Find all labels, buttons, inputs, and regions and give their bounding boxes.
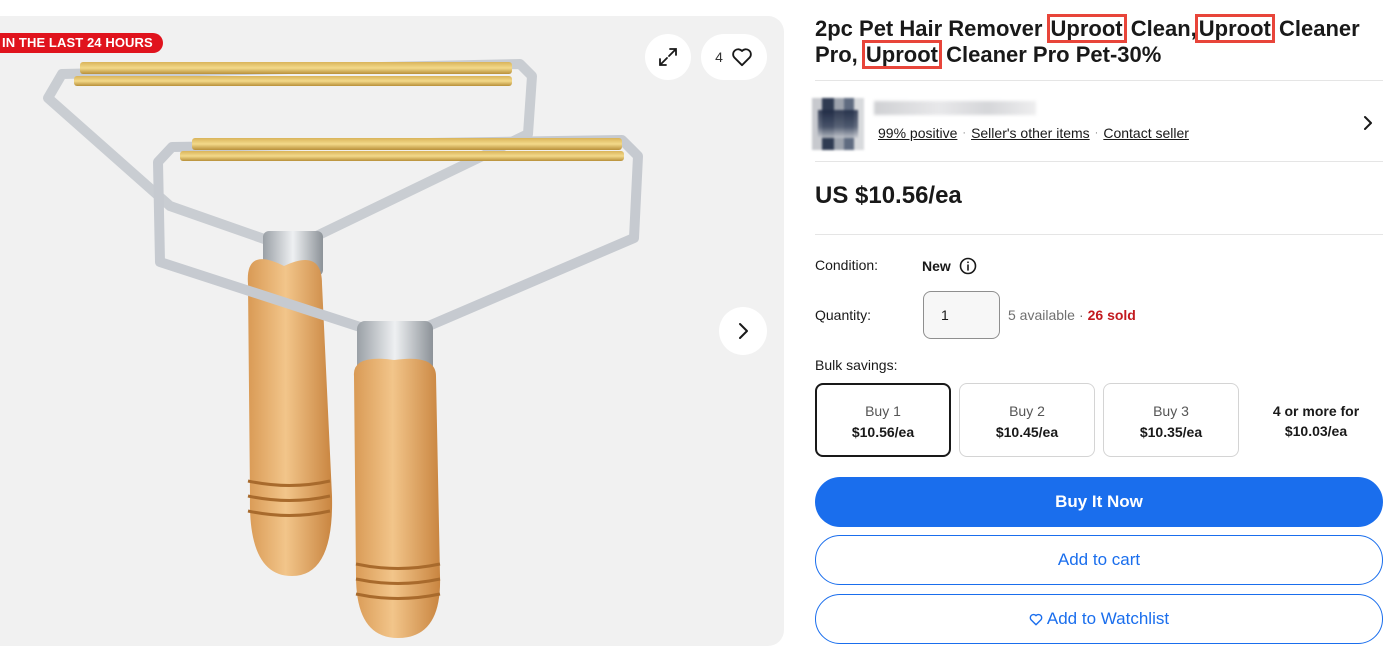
seller-links: 99% positive · Seller's other items · Co… [878, 125, 1189, 141]
condition-value: New [922, 258, 951, 274]
highlighted-keyword: Uproot [861, 40, 943, 69]
bulk-price: $10.35/ea [1139, 424, 1203, 440]
highlighted-keyword: Uproot [1194, 14, 1275, 43]
expand-icon [659, 48, 677, 66]
seller-feedback-link[interactable]: 99% positive [878, 125, 957, 141]
available-count: 5 available [1008, 307, 1075, 323]
seller-info[interactable]: 99% positive · Seller's other items · Co… [812, 95, 1384, 157]
sold-count: 26 sold [1087, 307, 1136, 323]
chevron-right-icon [739, 323, 748, 339]
title-text: 2pc Pet Hair Remover [815, 16, 1049, 41]
bulk-qty: Buy 1 [865, 403, 901, 419]
image-gallery[interactable]: IN THE LAST 24 HOURS 4 [0, 16, 784, 646]
recent-sales-ribbon: IN THE LAST 24 HOURS [0, 33, 163, 53]
bulk-option-buy-3[interactable]: Buy 3 $10.35/ea [1103, 383, 1239, 457]
separator: · [1094, 127, 1099, 139]
item-price: US $10.56/ea [815, 182, 962, 209]
seller-avatar[interactable] [812, 98, 864, 150]
condition-label: Condition: [815, 257, 879, 273]
divider [815, 161, 1383, 162]
contact-seller-link[interactable]: Contact seller [1103, 125, 1189, 141]
bulk-option-4-or-more: 4 or more for $10.03/ea [1248, 401, 1384, 441]
divider [815, 80, 1383, 81]
buy-it-now-button[interactable]: Buy It Now [815, 477, 1383, 527]
separator: · [1078, 307, 1084, 323]
seller-name-redacted [874, 101, 1036, 115]
listing-title: 2pc Pet Hair Remover Uproot Clean,Uproot… [815, 14, 1390, 69]
highlighted-keyword: Uproot [1046, 14, 1127, 43]
bulk-option-buy-1[interactable]: Buy 1 $10.56/ea [815, 383, 951, 457]
add-to-watchlist-label: Add to Watchlist [1046, 609, 1170, 628]
availability: 5 available · 26 sold [1008, 307, 1136, 323]
bulk-qty: Buy 3 [1153, 403, 1189, 419]
add-to-favorites-button[interactable]: 4 [701, 34, 767, 80]
favorite-count: 4 [715, 49, 723, 65]
expand-image-button[interactable] [645, 34, 691, 80]
bulk-price: $10.45/ea [995, 424, 1059, 440]
title-text: Clean, [1124, 16, 1197, 41]
bulk-option-buy-2[interactable]: Buy 2 $10.45/ea [959, 383, 1095, 457]
divider [815, 234, 1383, 235]
chevron-right-icon[interactable] [1360, 113, 1376, 133]
bulk-more-text: 4 or more for [1272, 403, 1360, 419]
next-image-button[interactable] [719, 307, 767, 355]
condition-value-group: New [922, 257, 977, 275]
bulk-more-price: $10.03/ea [1284, 423, 1348, 439]
add-to-cart-button[interactable]: Add to cart [815, 535, 1383, 585]
bulk-savings-label: Bulk savings: [815, 357, 898, 373]
title-text: Cleaner Pro Pet-30% [940, 42, 1162, 67]
product-image [43, 59, 643, 638]
bulk-qty: Buy 2 [1009, 403, 1045, 419]
separator: · [962, 127, 967, 139]
add-to-watchlist-button[interactable]: Add to Watchlist [815, 594, 1383, 644]
info-icon[interactable] [959, 257, 977, 275]
seller-other-items-link[interactable]: Seller's other items [971, 125, 1090, 141]
bulk-price: $10.56/ea [851, 424, 915, 440]
quantity-label: Quantity: [815, 307, 872, 323]
heart-icon [732, 48, 752, 67]
quantity-input[interactable] [923, 291, 1000, 339]
heart-icon [1029, 613, 1043, 625]
